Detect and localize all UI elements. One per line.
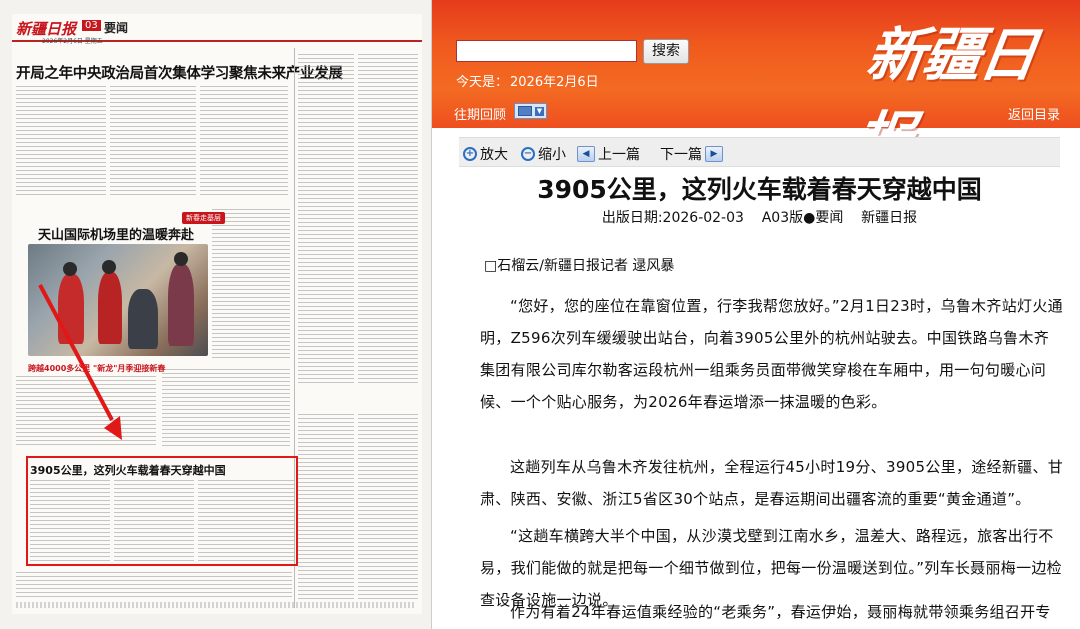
article-paragraph: 作为有着24年春运值乘经验的“老乘务”，春运伊始，聂丽梅就带领乘务组召开专题 [510,603,1051,621]
zoom-out-button[interactable]: − 缩小 [521,144,566,164]
article-paragraph: 这趟列车从乌鲁木齐发往杭州，全程运行45小时19分、3905公里，途经新疆、甘肃… [480,458,1064,508]
prev-page-icon: ◀ [577,146,595,162]
zoom-in-button[interactable]: + 放大 [463,144,508,164]
article-byline: □石榴云/新疆日报记者 逯风暴 [484,258,675,274]
search-input[interactable] [456,40,637,62]
today-date: 今天是： 2026年2月6日 [456,75,599,90]
calendar-picker[interactable]: ▼ [514,103,547,119]
zoom-in-icon: + [463,147,477,161]
search-button[interactable]: 搜索 [643,39,689,64]
past-issues-link[interactable]: 往期回顾 [454,104,506,123]
article-toolbar: + 放大 − 缩小 ◀ 上一篇 下一篇 ▶ [459,137,1060,167]
article-paragraph: “您好，您的座位在靠窗位置，行李我帮您放好。”2月1日23时，乌鲁木齐站灯火通明… [480,297,1063,411]
back-to-index-link[interactable]: 返回目录 [1008,104,1060,123]
zoom-out-icon: − [521,147,535,161]
next-page-icon: ▶ [705,146,723,162]
article-meta: 出版日期:2026-02-03 A03版●要闻 新疆日报 [601,210,918,226]
site-header: 搜索 今天是： 2026年2月6日 新疆日报 往期回顾 ▼ 返回目录 [432,0,1080,173]
prev-article-button[interactable]: ◀ 上一篇 [577,144,640,164]
newspaper-page-image[interactable]: 新疆日报 03 要闻 2026年2月6日 星期五 开局之年中央政治局首次集体学习… [0,0,432,629]
next-article-button[interactable]: 下一篇 ▶ [660,144,723,164]
article-title: 3905公里，这列火车载着春天穿越中国 [537,175,982,204]
pointer-arrow-icon [38,284,122,440]
calendar-icon [518,106,532,116]
chevron-down-icon: ▼ [535,107,544,116]
